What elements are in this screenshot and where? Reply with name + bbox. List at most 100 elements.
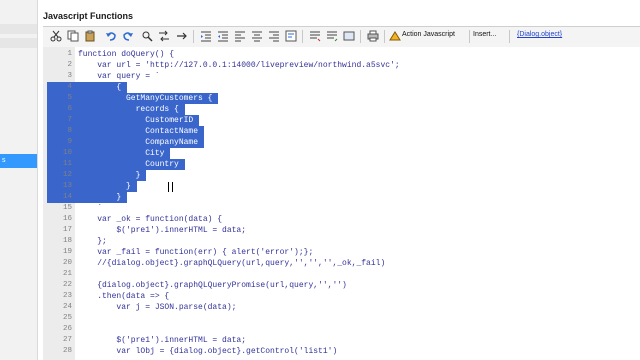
- code-line[interactable]: 1 function doQuery() {: [43, 49, 640, 60]
- code-line[interactable]: 23 .then(data => {: [43, 291, 640, 302]
- goto-icon[interactable]: [175, 29, 189, 43]
- code-text[interactable]: $('pre1').innerHTML = data;: [78, 225, 246, 236]
- line-number: 25: [62, 314, 72, 322]
- code-text[interactable]: var _fail = function(err) { alert('error…: [78, 247, 313, 258]
- code-text[interactable]: Country: [78, 159, 179, 170]
- code-text[interactable]: var query = `: [78, 71, 159, 82]
- code-line[interactable]: 5 GetManyCustomers {: [43, 93, 640, 104]
- line-number: 23: [62, 292, 72, 300]
- code-text[interactable]: GetManyCustomers {: [78, 93, 212, 104]
- line-number: 24: [62, 303, 72, 311]
- code-line[interactable]: 17 $('pre1').innerHTML = data;: [43, 225, 640, 236]
- code-line[interactable]: 4 {: [43, 82, 640, 93]
- line-number: 28: [62, 347, 72, 355]
- code-line[interactable]: 2 var url = 'http://127.0.0.1:14000/live…: [43, 60, 640, 71]
- outdent-icon[interactable]: [216, 29, 230, 43]
- insert-button[interactable]: Insert...: [473, 31, 496, 38]
- code-line[interactable]: 22 {dialog.object}.graphQLQueryPromise(u…: [43, 280, 640, 291]
- line-number: 10: [62, 149, 72, 157]
- line-number: 18: [62, 237, 72, 245]
- align-center-icon[interactable]: [250, 29, 264, 43]
- paste-icon[interactable]: [83, 29, 97, 43]
- code-line[interactable]: 18 };: [43, 236, 640, 247]
- code-text[interactable]: {dialog.object}.graphQLQueryPromise(url,…: [78, 280, 347, 291]
- line-number: 27: [62, 336, 72, 344]
- code-line[interactable]: 19 var _fail = function(err) { alert('er…: [43, 247, 640, 258]
- code-line[interactable]: 6 records {: [43, 104, 640, 115]
- code-line[interactable]: 21: [43, 269, 640, 280]
- action-javascript-button[interactable]: Action Javascript: [402, 31, 455, 38]
- code-line[interactable]: 26: [43, 324, 640, 335]
- line-number: 22: [62, 281, 72, 289]
- block-icon[interactable]: [342, 29, 356, 43]
- code-line[interactable]: 14 }: [43, 192, 640, 203]
- code-text[interactable]: CompanyName: [78, 137, 198, 148]
- host-left-panel: s: [0, 0, 38, 360]
- code-text[interactable]: .then(data => {: [78, 291, 169, 302]
- code-text[interactable]: function doQuery() {: [78, 49, 174, 60]
- code-text[interactable]: }: [78, 192, 121, 203]
- line-number: 9: [67, 138, 72, 146]
- comment-icon[interactable]: [308, 29, 322, 43]
- code-line[interactable]: 8 ContactName: [43, 126, 640, 137]
- left-panel-row[interactable]: [0, 24, 37, 34]
- code-line[interactable]: 10 City: [43, 148, 640, 159]
- redo-icon[interactable]: [121, 29, 135, 43]
- code-line[interactable]: 9 CompanyName: [43, 137, 640, 148]
- indent-icon[interactable]: [199, 29, 213, 43]
- uncomment-icon[interactable]: [325, 29, 339, 43]
- line-number: 6: [67, 105, 72, 113]
- code-line[interactable]: 13 }: [43, 181, 640, 192]
- code-line[interactable]: 20 //{dialog.object}.graphQLQuery(url,qu…: [43, 258, 640, 269]
- print-icon[interactable]: [366, 29, 380, 43]
- code-lines[interactable]: 1 function doQuery() {2 var url = 'http:/…: [43, 47, 640, 360]
- undo-icon[interactable]: [104, 29, 118, 43]
- code-line[interactable]: 25: [43, 313, 640, 324]
- line-number: 2: [67, 61, 72, 69]
- copy-icon[interactable]: [66, 29, 80, 43]
- align-right-icon[interactable]: [267, 29, 281, 43]
- mouse-text-cursor: [168, 182, 173, 192]
- code-line[interactable]: 24 var j = JSON.parse(data);: [43, 302, 640, 313]
- code-line[interactable]: 15 `: [43, 203, 640, 214]
- code-line[interactable]: 7 CustomerID: [43, 115, 640, 126]
- code-text[interactable]: };: [78, 236, 107, 247]
- editor-toolbar: Action Javascript Insert... {Dialog.obje…: [43, 26, 640, 48]
- code-text[interactable]: `: [78, 203, 102, 214]
- code-text[interactable]: var url = 'http://127.0.0.1:14000/livepr…: [78, 60, 399, 71]
- code-text[interactable]: CustomerID: [78, 115, 193, 126]
- code-text[interactable]: ContactName: [78, 126, 198, 137]
- toolbar-separator: [193, 30, 194, 43]
- code-text[interactable]: var lObj = {dialog.object}.getControl('l…: [78, 346, 337, 357]
- align-left-icon[interactable]: [233, 29, 247, 43]
- format-icon[interactable]: [284, 29, 298, 43]
- cut-icon[interactable]: [49, 29, 63, 43]
- code-text[interactable]: var _ok = function(data) {: [78, 214, 222, 225]
- code-line[interactable]: 11 Country: [43, 159, 640, 170]
- left-panel-selected-row[interactable]: s: [0, 154, 37, 168]
- code-line[interactable]: 16 var _ok = function(data) {: [43, 214, 640, 225]
- code-text[interactable]: $('pre1').innerHTML = data;: [78, 335, 246, 346]
- line-number: 7: [67, 116, 72, 124]
- code-line[interactable]: 28 var lObj = {dialog.object}.getControl…: [43, 346, 640, 357]
- toolbar-separator: [360, 30, 361, 43]
- code-text[interactable]: }: [78, 181, 131, 192]
- replace-icon[interactable]: [157, 29, 171, 43]
- line-number: 12: [62, 171, 72, 179]
- code-line[interactable]: 12 }: [43, 170, 640, 181]
- code-line[interactable]: 27 $('pre1').innerHTML = data;: [43, 335, 640, 346]
- code-text[interactable]: records {: [78, 104, 179, 115]
- line-number: 13: [62, 182, 72, 190]
- code-line[interactable]: 3 var query = `: [43, 71, 640, 82]
- code-text[interactable]: //{dialog.object}.graphQLQuery(url,query…: [78, 258, 385, 269]
- action-javascript-icon[interactable]: [388, 29, 402, 43]
- toolbar-separator: [384, 30, 385, 43]
- code-text[interactable]: {: [78, 82, 121, 93]
- dialog-object-link[interactable]: {Dialog.object}: [517, 31, 562, 38]
- find-icon[interactable]: [140, 29, 154, 43]
- code-text[interactable]: }: [78, 170, 141, 181]
- code-text[interactable]: City: [78, 148, 164, 159]
- code-text[interactable]: var j = JSON.parse(data);: [78, 302, 236, 313]
- left-panel-row[interactable]: [0, 38, 37, 48]
- code-editor[interactable]: 1 function doQuery() {2 var url = 'http:/…: [43, 47, 640, 360]
